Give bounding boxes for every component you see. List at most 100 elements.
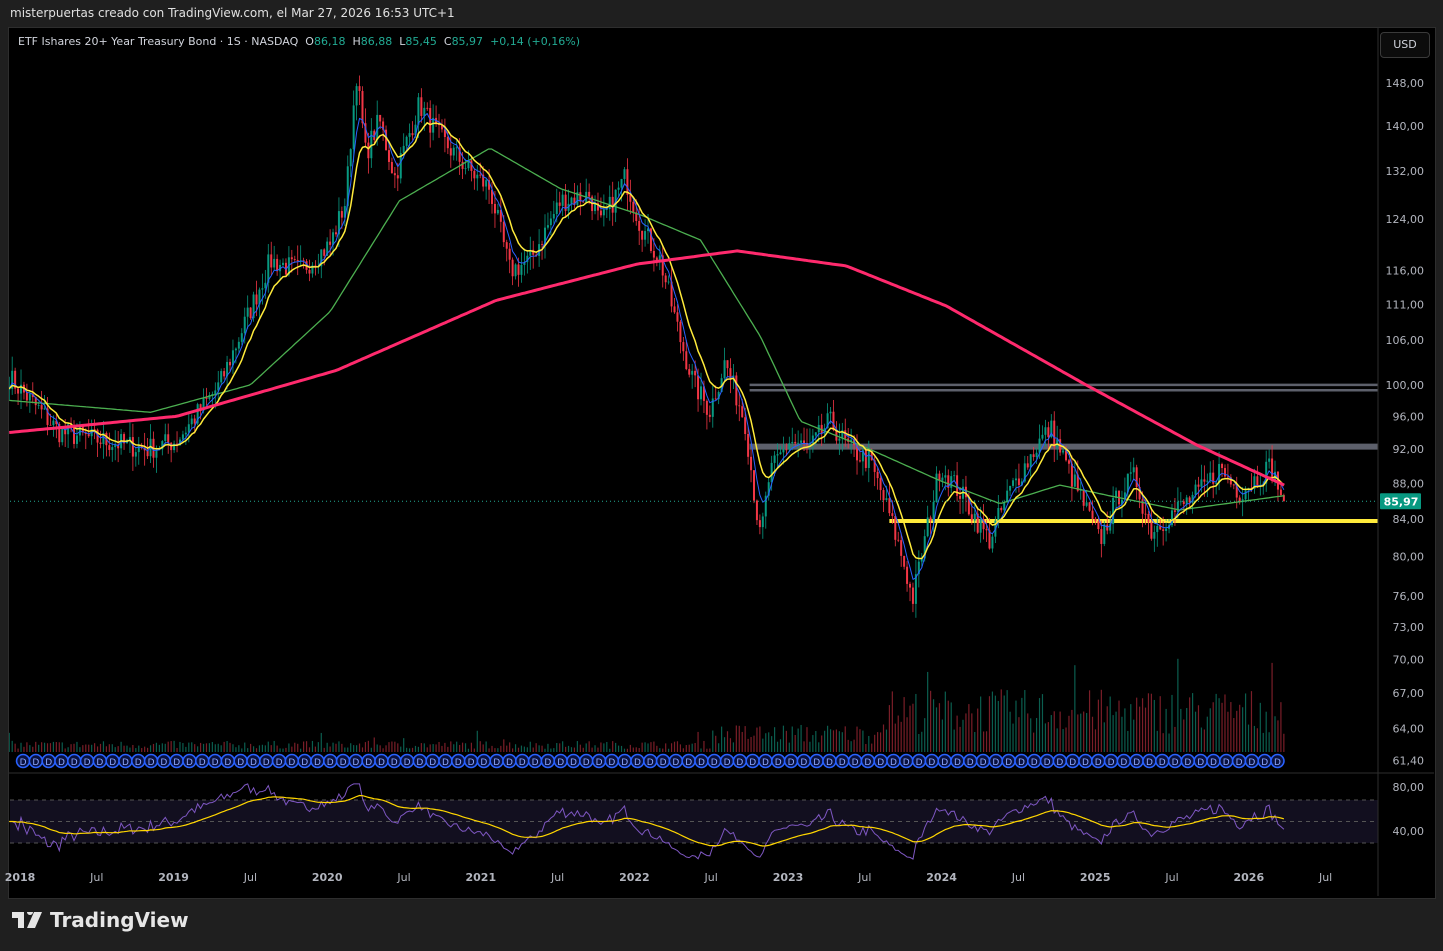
candle-body bbox=[52, 420, 55, 426]
volume-bar bbox=[547, 743, 549, 752]
volume-bar bbox=[732, 742, 734, 752]
volume-bar bbox=[1141, 698, 1144, 752]
dividend-icon-label: D bbox=[954, 758, 961, 768]
volume-bar bbox=[756, 727, 758, 752]
volume-bar bbox=[406, 747, 408, 752]
volume-bar bbox=[900, 721, 902, 752]
volume-bar bbox=[977, 708, 979, 752]
volume-bar bbox=[1030, 718, 1032, 752]
dividend-icon-label: D bbox=[416, 758, 423, 768]
volume-bar bbox=[1053, 711, 1055, 752]
candle-body bbox=[676, 312, 679, 322]
dividend-icon-label: D bbox=[992, 758, 999, 768]
volume-bar bbox=[420, 743, 422, 752]
volume-bar bbox=[965, 713, 967, 752]
volume-bar bbox=[14, 743, 16, 752]
volume-bar bbox=[1227, 711, 1229, 752]
volume-bar bbox=[824, 730, 826, 752]
volume-bar bbox=[1130, 704, 1132, 752]
volume-bar bbox=[391, 741, 393, 752]
candle-body bbox=[255, 294, 258, 305]
volume-bar bbox=[294, 742, 296, 752]
volume-bar bbox=[379, 745, 381, 752]
candle-body bbox=[367, 142, 370, 159]
candle-body bbox=[455, 147, 458, 149]
dividend-icon-label: D bbox=[122, 758, 129, 768]
volume-bar bbox=[673, 741, 676, 752]
volume-bar bbox=[117, 746, 119, 752]
currency-button[interactable]: USD bbox=[1380, 32, 1430, 58]
dividend-icon-label: D bbox=[148, 758, 155, 768]
dividend-icon-label: D bbox=[352, 758, 359, 768]
dividend-icon-label: D bbox=[442, 758, 449, 768]
candle-body bbox=[1097, 521, 1100, 530]
candle-body bbox=[588, 191, 591, 197]
volume-bar bbox=[329, 746, 331, 752]
volume-bar bbox=[35, 741, 37, 752]
volume-bar bbox=[1174, 726, 1176, 752]
volume-bar bbox=[874, 734, 876, 752]
volume-bar bbox=[1244, 693, 1247, 752]
candle-body bbox=[599, 210, 602, 216]
time-tick-label: Jul bbox=[550, 871, 564, 884]
dividend-icon-label: D bbox=[941, 758, 948, 768]
candle-body bbox=[561, 194, 564, 206]
candle-body bbox=[679, 321, 682, 343]
volume-bar bbox=[638, 747, 640, 752]
candle-body bbox=[282, 262, 285, 265]
volume-bar bbox=[305, 741, 308, 752]
time-tick-label: 2025 bbox=[1080, 871, 1111, 884]
candle-body bbox=[673, 306, 676, 313]
candle-body bbox=[638, 221, 641, 231]
volume-bar bbox=[1171, 694, 1173, 752]
volume-bar bbox=[1224, 694, 1226, 752]
dividend-icon-label: D bbox=[301, 758, 308, 768]
volume-bar bbox=[1000, 689, 1002, 752]
dividend-icon-label: D bbox=[608, 758, 615, 768]
volume-bar bbox=[1139, 706, 1141, 752]
volume-bar bbox=[850, 741, 852, 752]
candle-body bbox=[155, 449, 158, 458]
candle-body bbox=[25, 392, 28, 401]
candle-body bbox=[426, 107, 429, 109]
volume-bar bbox=[559, 743, 561, 752]
candle-body bbox=[28, 393, 31, 401]
open-label: O bbox=[305, 35, 314, 48]
volume-bar bbox=[355, 745, 358, 752]
volume-bar bbox=[288, 743, 290, 752]
volume-bar bbox=[423, 743, 425, 752]
volume-bar bbox=[64, 748, 66, 752]
volume-bar bbox=[408, 748, 411, 752]
volume-bar bbox=[456, 741, 458, 752]
dividend-icon-label: D bbox=[468, 758, 475, 768]
volume-bar bbox=[570, 747, 573, 752]
volume-bar bbox=[332, 742, 334, 752]
volume-bar bbox=[1250, 691, 1253, 752]
candle-body bbox=[1088, 502, 1091, 511]
volume-bar bbox=[532, 747, 534, 752]
candle-body bbox=[1003, 502, 1006, 511]
volume-bar bbox=[797, 728, 799, 752]
candle-body bbox=[644, 231, 647, 240]
candle-body bbox=[181, 434, 184, 440]
time-tick-label: 2026 bbox=[1233, 871, 1264, 884]
volume-bar bbox=[768, 732, 770, 752]
volume-bar bbox=[382, 748, 384, 752]
price-tick-label: 67,00 bbox=[1393, 687, 1425, 700]
candle-body bbox=[800, 440, 803, 443]
dividend-icon-label: D bbox=[903, 758, 910, 768]
volume-bar bbox=[1103, 722, 1105, 752]
volume-bar bbox=[626, 748, 629, 752]
volume-bar bbox=[270, 745, 272, 752]
volume-bar bbox=[155, 742, 158, 752]
volume-bar bbox=[23, 746, 25, 752]
volume-bar bbox=[94, 743, 96, 752]
price-tick-label: 92,00 bbox=[1393, 443, 1425, 456]
candle-body bbox=[788, 443, 791, 450]
volume-bar bbox=[1147, 693, 1150, 752]
dividend-icon-label: D bbox=[327, 758, 334, 768]
candle-body bbox=[420, 97, 423, 116]
dividend-icon-label: D bbox=[532, 758, 539, 768]
price-chart[interactable]: DDDDDDDDDDDDDDDDDDDDDDDDDDDDDDDDDDDDDDDD… bbox=[0, 0, 1443, 951]
candle-body bbox=[885, 498, 888, 501]
